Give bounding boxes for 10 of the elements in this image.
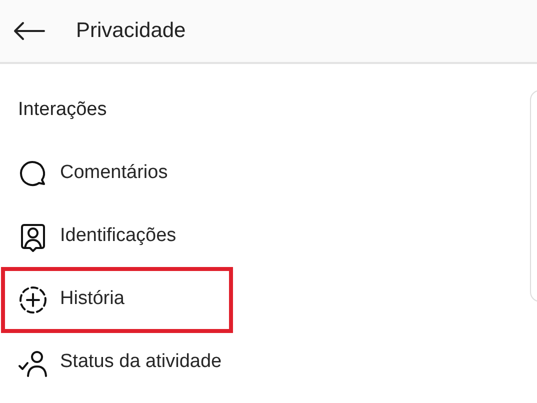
settings-item[interactable]: História — [1, 266, 233, 332]
person-tag-icon — [18, 222, 48, 252]
page-title: Privacidade — [76, 18, 186, 44]
back-arrow-icon — [13, 21, 45, 41]
section-heading: Interações — [18, 98, 108, 122]
speech-bubble-icon — [18, 158, 48, 188]
settings-item[interactable]: Status da atividade — [1, 330, 233, 396]
settings-item[interactable]: Comentários — [1, 140, 233, 206]
add-story-icon — [18, 284, 48, 314]
settings-item[interactable]: Identificações — [1, 204, 233, 270]
